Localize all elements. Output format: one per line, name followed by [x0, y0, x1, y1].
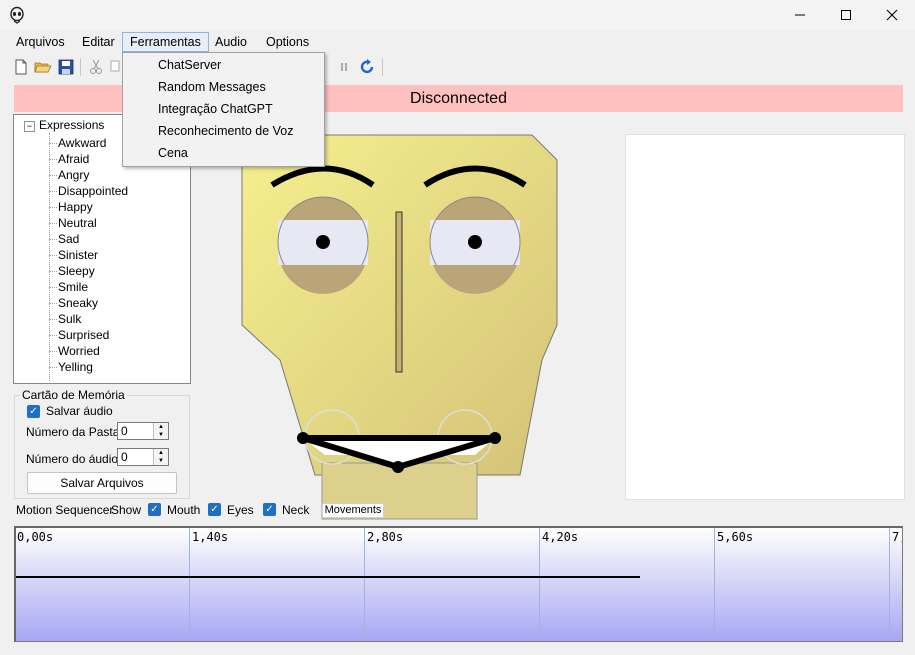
- timeline-tick-label: 1,40s: [192, 530, 229, 544]
- tree-item[interactable]: Happy: [58, 199, 93, 215]
- stepper-arrows-icon[interactable]: ▲ ▼: [153, 449, 168, 465]
- minimize-icon: [795, 14, 805, 16]
- audio-number-value: 0: [121, 450, 128, 464]
- tree-guide-line: [49, 191, 57, 192]
- timeline-tick-label: 4,20s: [542, 530, 579, 544]
- preview-panel: [625, 134, 905, 500]
- pause-icon[interactable]: [335, 58, 353, 76]
- save-audio-checkbox[interactable]: ✓: [27, 405, 40, 418]
- tree-root-label: Expressions: [39, 118, 105, 132]
- menu-item-chatserver[interactable]: ChatServer: [158, 54, 221, 76]
- timeline-tick-line: [889, 528, 890, 641]
- timeline-tick-label: 0,00s: [17, 530, 54, 544]
- timeline-track-line: [16, 576, 640, 578]
- tree-guide-line: [49, 303, 57, 304]
- neck-label: Neck: [282, 503, 310, 517]
- tree-item[interactable]: Sad: [58, 231, 79, 247]
- folder-number-stepper[interactable]: 0 ▲ ▼: [117, 422, 169, 440]
- toolbar-separator: [80, 58, 81, 76]
- timeline-tick-label: 5,60s: [717, 530, 754, 544]
- tree-item[interactable]: Worried: [58, 343, 100, 359]
- maximize-button[interactable]: [823, 0, 869, 30]
- menu-ferramentas[interactable]: Ferramentas: [122, 32, 209, 52]
- tree-guide-line: [49, 133, 50, 381]
- neck-checkbox[interactable]: ✓: [263, 503, 276, 516]
- menu-editar[interactable]: Editar: [75, 32, 122, 52]
- eyes-checkbox[interactable]: ✓: [208, 503, 221, 516]
- alien-face-icon: [10, 6, 24, 24]
- minimize-button[interactable]: [777, 0, 823, 30]
- tree-guide-line: [49, 239, 57, 240]
- menu-item-cena[interactable]: Cena: [158, 142, 188, 164]
- mouth-checkbox[interactable]: ✓: [148, 503, 161, 516]
- menu-arquivos[interactable]: Arquivos: [9, 32, 72, 52]
- tree-guide-line: [49, 175, 57, 176]
- cut-icon[interactable]: [87, 58, 105, 76]
- maximize-icon: [841, 10, 851, 20]
- tree-guide-line: [49, 207, 57, 208]
- menu-options[interactable]: Options: [259, 32, 316, 52]
- new-file-icon[interactable]: [12, 58, 30, 76]
- stepper-arrows-icon[interactable]: ▲ ▼: [153, 423, 168, 439]
- audio-number-label: Número do áudio: [26, 452, 119, 466]
- tree-guide-line: [49, 335, 57, 336]
- tree-guide-line: [49, 351, 57, 352]
- tree-item[interactable]: Sleepy: [58, 263, 95, 279]
- tree-item[interactable]: Awkward: [58, 135, 106, 151]
- show-label: Show: [111, 503, 142, 517]
- timeline-tick-line: [189, 528, 190, 641]
- tree-item[interactable]: Afraid: [58, 151, 89, 167]
- timeline-tick-label: 2,80s: [367, 530, 404, 544]
- tree-guide-line: [49, 143, 57, 144]
- tree-guide-line: [49, 319, 57, 320]
- memory-card-title: Cartão de Memória: [20, 388, 127, 402]
- timeline-tick-line: [714, 528, 715, 641]
- save-disk-icon[interactable]: [57, 58, 75, 76]
- close-button[interactable]: [869, 0, 915, 30]
- tree-guide-line: [49, 367, 57, 368]
- timeline-tick-label: 7,: [892, 530, 902, 544]
- menu-audio[interactable]: Audio: [208, 32, 254, 52]
- robot-face-canvas[interactable]: [230, 130, 570, 520]
- tree-item[interactable]: Angry: [58, 167, 89, 183]
- refresh-icon[interactable]: [358, 58, 376, 76]
- toolbar-separator: [382, 58, 383, 76]
- tree-item[interactable]: Smile: [58, 279, 88, 295]
- tree-guide-line: [49, 255, 57, 256]
- tree-guide-line: [49, 287, 57, 288]
- tree-item[interactable]: Yelling: [58, 359, 93, 375]
- save-files-button[interactable]: Salvar Arquivos: [27, 472, 177, 494]
- tree-item[interactable]: Neutral: [58, 215, 97, 231]
- timeline-tick-line: [364, 528, 365, 641]
- ferramentas-dropdown: ChatServer Random Messages Integração Ch…: [122, 52, 325, 167]
- movements-tab[interactable]: Movements: [322, 503, 384, 518]
- tree-item[interactable]: Sinister: [58, 247, 98, 263]
- tree-guide-line: [49, 159, 57, 160]
- tree-item[interactable]: Sulk: [58, 311, 81, 327]
- tree-item[interactable]: Surprised: [58, 327, 109, 343]
- menu-item-random-messages[interactable]: Random Messages: [158, 76, 266, 98]
- menu-item-voice-recognition[interactable]: Reconhecimento de Voz: [158, 120, 294, 142]
- save-audio-label: Salvar áudio: [46, 404, 113, 418]
- timeline-tick-line: [539, 528, 540, 641]
- motion-timeline[interactable]: 0,00s 1,40s 2,80s 4,20s 5,60s 7,: [14, 526, 903, 642]
- folder-number-label: Número da Pasta: [26, 425, 120, 439]
- open-folder-icon[interactable]: [34, 58, 52, 76]
- folder-number-value: 0: [121, 424, 128, 438]
- close-icon: [886, 9, 898, 21]
- tree-item[interactable]: Sneaky: [58, 295, 98, 311]
- collapse-icon[interactable]: −: [24, 121, 35, 132]
- title-bar: [0, 0, 915, 30]
- nose-bar: [395, 211, 403, 373]
- motion-sequencer-label: Motion Sequencer: [16, 503, 114, 517]
- mouth-label: Mouth: [167, 503, 201, 517]
- tree-guide-line: [49, 271, 57, 272]
- menu-bar: Arquivos Editar Ferramentas Audio Option…: [0, 32, 915, 54]
- menu-item-chatgpt-integration[interactable]: Integração ChatGPT: [158, 98, 273, 120]
- tree-item[interactable]: Disappointed: [58, 183, 128, 199]
- audio-number-stepper[interactable]: 0 ▲ ▼: [117, 448, 169, 466]
- tree-guide-line: [49, 223, 57, 224]
- eyes-label: Eyes: [227, 503, 254, 517]
